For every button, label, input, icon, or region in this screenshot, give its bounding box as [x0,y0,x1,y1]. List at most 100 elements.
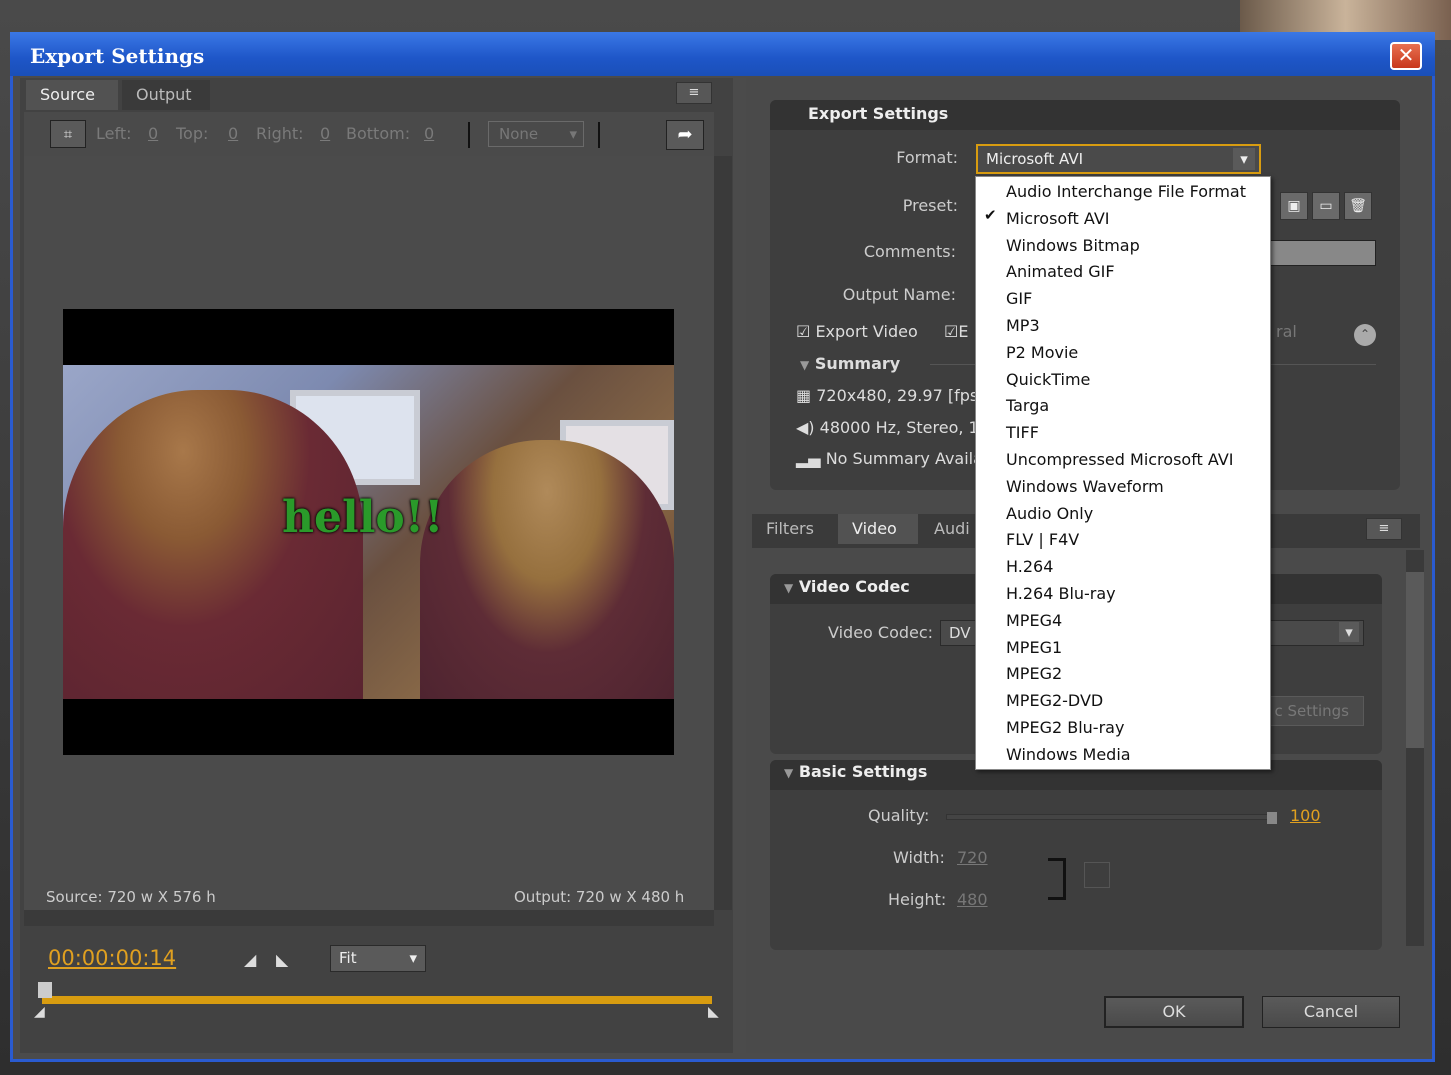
delete-preset-icon[interactable]: 🗑 [1344,192,1372,220]
crop-top-label: Top: [176,124,209,143]
cancel-button[interactable]: Cancel [1262,996,1400,1028]
video-title-overlay: hello!! [282,492,444,543]
save-preset-icon[interactable]: ▣ [1280,192,1308,220]
quality-label: Quality: [868,806,930,825]
format-option[interactable]: Windows Waveform [1006,474,1164,500]
comments-label: Comments: [863,242,956,261]
tab-video[interactable]: Video [838,514,918,544]
quality-value[interactable]: 100 [1290,806,1321,825]
comments-field[interactable] [1270,240,1376,266]
panel-menu-icon[interactable]: ≡ [676,82,712,104]
film-icon: ▦ [796,386,812,405]
slider-thumb[interactable] [1267,812,1277,824]
format-option[interactable]: MPEG2 Blu-ray [1006,715,1124,741]
partial-label: ral [1276,322,1297,341]
format-option[interactable]: H.264 [1006,554,1053,580]
import-preset-icon[interactable]: ▭ [1312,192,1340,220]
format-option[interactable]: MPEG1 [1006,635,1062,661]
crop-left-label: Left: [96,124,132,143]
export-settings-title: Export Settings [808,104,949,123]
tab-audio[interactable]: Audi [920,514,980,544]
timeline-bar[interactable] [42,996,712,1004]
collapse-icon[interactable]: ⌃ [1354,324,1376,346]
preset-label: Preset: [902,196,958,215]
crop-left-value[interactable]: 0 [148,124,158,143]
quality-slider[interactable] [946,812,1277,824]
format-option[interactable]: FLV | F4V [1006,527,1079,553]
aspect-select[interactable]: None ▾ [488,121,584,147]
export-video-checkbox[interactable]: ☑ Export Video [796,322,918,341]
summary-heading[interactable]: ▼ Summary [800,354,900,373]
triangle-down-icon: ▼ [800,358,810,372]
zoom-select[interactable]: Fit ▾ [330,945,426,972]
chevron-down-icon: ▾ [1339,622,1359,642]
format-option[interactable]: Windows Bitmap [1006,233,1140,259]
timecode[interactable]: 00:00:00:14 [48,946,176,970]
format-option[interactable]: Audio Interchange File Format [1006,179,1246,205]
format-label: Format: [896,148,958,167]
out-point-marker-icon[interactable]: ◣ [708,1004,719,1020]
output-name-label: Output Name: [842,285,956,304]
bar-chart-icon: ▂▄ [796,449,821,468]
tab-output[interactable]: Output [122,80,210,110]
preview-vertical-scrollbar[interactable] [714,156,732,910]
format-option[interactable]: MPEG2 [1006,661,1062,687]
format-option[interactable]: QuickTime [1006,367,1090,393]
format-option[interactable]: MPEG2-DVD [1006,688,1103,714]
dialog-title: Export Settings [30,44,205,68]
basic-settings-title: ▼ Basic Settings [784,762,927,781]
format-option[interactable]: Microsoft AVI [1006,206,1109,232]
width-label: Width: [893,848,945,867]
aspect-lock-checkbox[interactable] [1084,862,1110,888]
chevron-down-icon: ▾ [569,125,577,143]
chevron-down-icon: ▾ [409,949,417,967]
format-option[interactable]: Animated GIF [1006,259,1115,285]
output-dimensions: Output: 720 w X 480 h [514,888,685,906]
format-option[interactable]: Targa [1006,393,1049,419]
crop-bottom-value[interactable]: 0 [424,124,434,143]
preset-buttons: ▣ ▭ 🗑 [1280,192,1376,220]
crop-top-value[interactable]: 0 [228,124,238,143]
format-value: Microsoft AVI [986,150,1084,168]
playhead[interactable] [38,982,52,998]
settings-menu-icon[interactable]: ≡ [1366,518,1402,540]
checkbox-checked-icon: ☑ [796,322,811,341]
crop-icon[interactable]: ⌗ [50,120,86,148]
triangle-down-icon: ▼ [784,581,794,595]
video-person-left [63,390,363,699]
summary-audio: ◀) 48000 Hz, Stereo, 1 [796,418,979,437]
format-option[interactable]: Windows Media [1006,742,1131,768]
tab-filters[interactable]: Filters [752,514,836,544]
preview-horizontal-scrollbar[interactable] [24,910,714,926]
set-out-point-icon[interactable]: ◣ [276,950,288,969]
basic-settings-title-text: Basic Settings [798,762,928,781]
ok-button[interactable]: OK [1104,996,1244,1028]
divider [598,122,600,148]
triangle-down-icon: ▼ [784,766,794,780]
format-option[interactable]: H.264 Blu-ray [1006,581,1116,607]
tab-source[interactable]: Source [26,80,118,110]
format-option[interactable]: GIF [1006,286,1032,312]
format-option[interactable]: Uncompressed Microsoft AVI [1006,447,1234,473]
set-in-point-icon[interactable]: ◢ [244,950,256,969]
export-audio-checkbox[interactable]: ☑E [944,322,968,341]
rotate-icon[interactable]: ➦ [666,120,704,150]
in-point-marker-icon[interactable]: ◢ [34,1004,45,1020]
title-bar[interactable] [10,32,1435,76]
summary-other-text: No Summary Availab [825,449,994,468]
codec-settings-button[interactable]: c Settings [1260,696,1364,726]
format-option[interactable]: MPEG4 [1006,608,1062,634]
format-option[interactable]: TIFF [1006,420,1039,446]
format-option[interactable]: P2 Movie [1006,340,1078,366]
crop-right-value[interactable]: 0 [320,124,330,143]
export-video-label: Export Video [815,322,918,341]
close-button[interactable]: ✕ [1390,42,1422,70]
format-select[interactable]: Microsoft AVI ▾ [976,144,1261,174]
format-option[interactable]: MP3 [1006,313,1040,339]
format-option[interactable]: Audio Only [1006,501,1093,527]
video-person-right [420,440,674,699]
height-value[interactable]: 480 [957,890,988,909]
crop-right-label: Right: [256,124,304,143]
width-value[interactable]: 720 [957,848,988,867]
settings-scrollbar-thumb[interactable] [1406,572,1424,748]
